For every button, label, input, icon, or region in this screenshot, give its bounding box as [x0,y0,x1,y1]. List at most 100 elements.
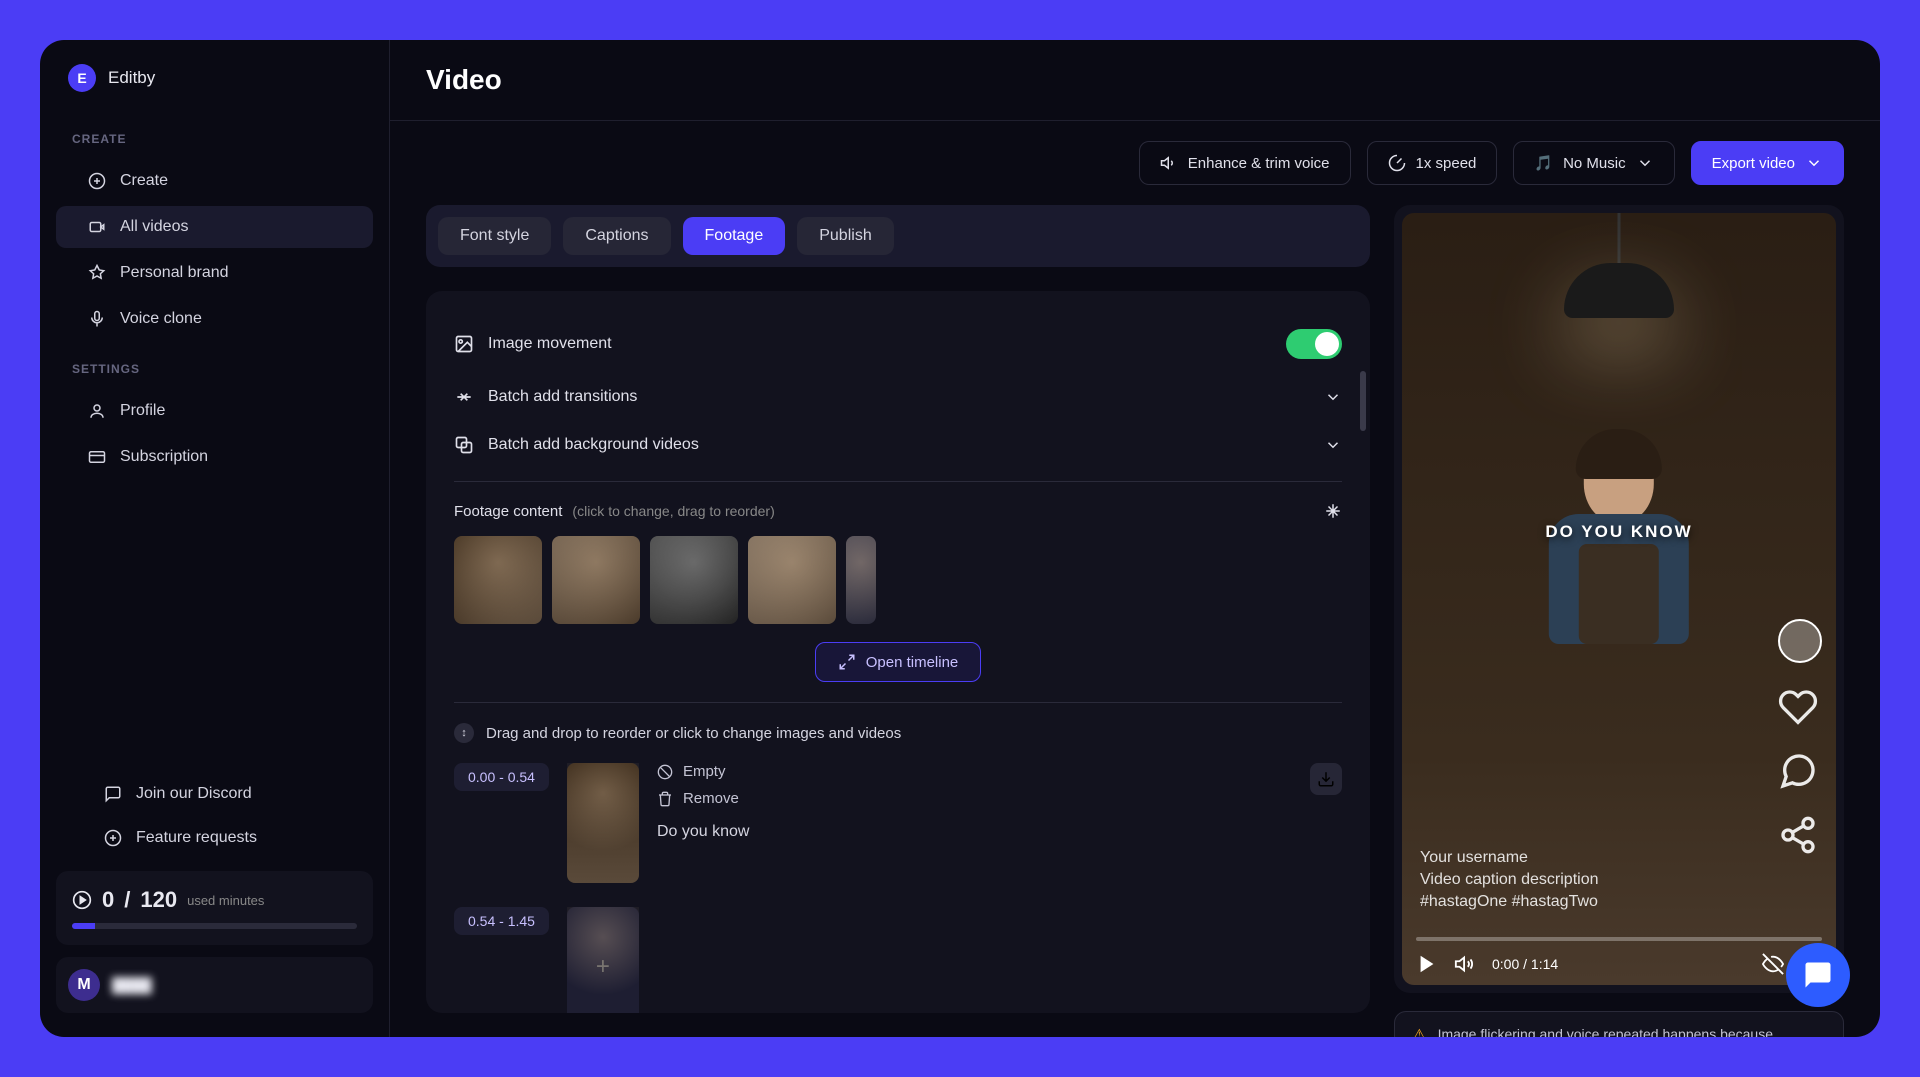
user-avatar: M [68,969,100,1001]
share-icon[interactable] [1778,815,1818,855]
nav-subscription[interactable]: Subscription [56,436,373,478]
chevron-down-icon [1805,154,1823,172]
nav-label: Feature requests [136,829,257,847]
hint-text: Drag and drop to reorder or click to cha… [486,725,901,742]
comment-icon[interactable] [1778,751,1818,791]
gauge-icon [1388,154,1406,172]
user-name: ████ [112,977,152,993]
clip-empty-action[interactable]: Empty [657,763,1292,780]
tab-footage[interactable]: Footage [683,217,786,255]
clip-add-button[interactable]: + [567,907,639,1013]
video-controls: 0:00 / 1:14 [1402,943,1836,985]
nav-create[interactable]: Create [56,160,373,202]
music-emoji-icon: 🎵 [1534,154,1553,172]
video-progress[interactable] [1416,937,1822,941]
usage-total: 120 [140,887,177,913]
user-icon [88,402,106,420]
open-timeline-button[interactable]: Open timeline [815,642,982,682]
footage-thumbnails [454,536,1342,624]
download-icon [1317,770,1335,788]
ban-icon [657,764,673,780]
user-card[interactable]: M ████ [56,957,373,1013]
title-text: Footage content [454,503,562,520]
enhance-voice-button[interactable]: Enhance & trim voice [1139,141,1351,185]
action-label: Remove [683,790,739,807]
clip-row: 0.54 - 1.45 + [454,907,1342,1013]
batch-bg-videos-row[interactable]: Batch add background videos [454,421,1342,469]
plus-icon [104,829,122,847]
button-label: Export video [1712,155,1795,172]
nav-all-videos[interactable]: All videos [56,206,373,248]
tab-captions[interactable]: Captions [563,217,670,255]
image-movement-toggle[interactable] [1286,329,1342,359]
clip-remove-action[interactable]: Remove [657,790,1292,807]
music-button[interactable]: 🎵 No Music [1513,141,1674,185]
usage-card: 0 / 120 used minutes [56,871,373,945]
play-icon [72,890,92,910]
nav-label: Voice clone [120,310,202,328]
username: Your username [1420,849,1599,867]
batch-transitions-row[interactable]: Batch add transitions [454,373,1342,421]
tab-font-style[interactable]: Font style [438,217,551,255]
button-label: Enhance & trim voice [1188,155,1330,172]
nav-label: Subscription [120,448,208,466]
eye-off-icon[interactable] [1762,953,1784,975]
chat-bubble-icon [1803,960,1833,990]
export-video-button[interactable]: Export video [1691,141,1844,185]
layers-icon [454,435,474,455]
nav-feature-requests[interactable]: Feature requests [72,817,357,859]
footage-thumb[interactable] [748,536,836,624]
tab-publish[interactable]: Publish [797,217,893,255]
mic-icon [88,310,106,328]
hashtags: #hastagOne #hastagTwo [1420,893,1599,911]
hint-badge-icon: ↕ [454,723,474,743]
play-button-icon[interactable] [1416,953,1438,975]
nav-label: Profile [120,402,165,420]
social-overlay-icons [1778,619,1822,855]
volume-icon[interactable] [1454,953,1476,975]
image-movement-row: Image movement [454,315,1342,373]
profile-avatar-icon[interactable] [1778,619,1822,663]
row-label: Batch add transitions [488,388,637,406]
video-time: 0:00 / 1:14 [1492,956,1558,972]
footage-thumb[interactable] [650,536,738,624]
button-label: No Music [1563,155,1626,172]
warning-icon: ⚠ [1413,1026,1426,1037]
row-label: Image movement [488,335,612,353]
speed-button[interactable]: 1x speed [1367,141,1498,185]
chevron-down-icon [1324,436,1342,454]
trash-icon [657,791,673,807]
clip-caption-text: Do you know [657,823,1292,841]
toolbar: Enhance & trim voice 1x speed 🎵 No Music… [390,121,1880,205]
clip-time-range: 0.54 - 1.45 [454,907,549,935]
app-logo: E Editby [40,64,389,112]
section-create-label: CREATE [40,112,389,158]
page-header: Video [390,40,1880,121]
usage-sep: / [124,887,130,913]
clip-thumbnail[interactable] [567,763,639,883]
drag-hint: ↕ Drag and drop to reorder or click to c… [454,723,1342,743]
chat-fab-button[interactable] [1786,943,1850,1007]
logo-text: Editby [108,68,155,88]
main-area: Video Enhance & trim voice 1x speed 🎵 No… [390,40,1880,1037]
description: Video caption description [1420,871,1599,889]
nav-personal-brand[interactable]: Personal brand [56,252,373,294]
nav-discord[interactable]: Join our Discord [72,773,357,815]
scrollbar[interactable] [1360,371,1366,431]
nav-profile[interactable]: Profile [56,390,373,432]
video-icon [88,218,106,236]
video-frame[interactable]: DO YOU KNOW Your username Video caption … [1402,213,1836,985]
warning-banner: ⚠ Image flickering and voice repeated ha… [1394,1011,1844,1037]
footage-thumb[interactable] [454,536,542,624]
chevron-down-icon [1324,388,1342,406]
clip-time-range: 0.00 - 0.54 [454,763,549,791]
row-label: Batch add background videos [488,436,699,454]
footage-panel: Image movement Batch add transitions [426,291,1370,1013]
footage-thumb[interactable] [846,536,876,624]
heart-icon[interactable] [1778,687,1818,727]
footage-thumb[interactable] [552,536,640,624]
usage-suffix: used minutes [187,893,264,908]
nav-voice-clone[interactable]: Voice clone [56,298,373,340]
action-label: Empty [683,763,726,780]
clip-download-button[interactable] [1310,763,1342,795]
